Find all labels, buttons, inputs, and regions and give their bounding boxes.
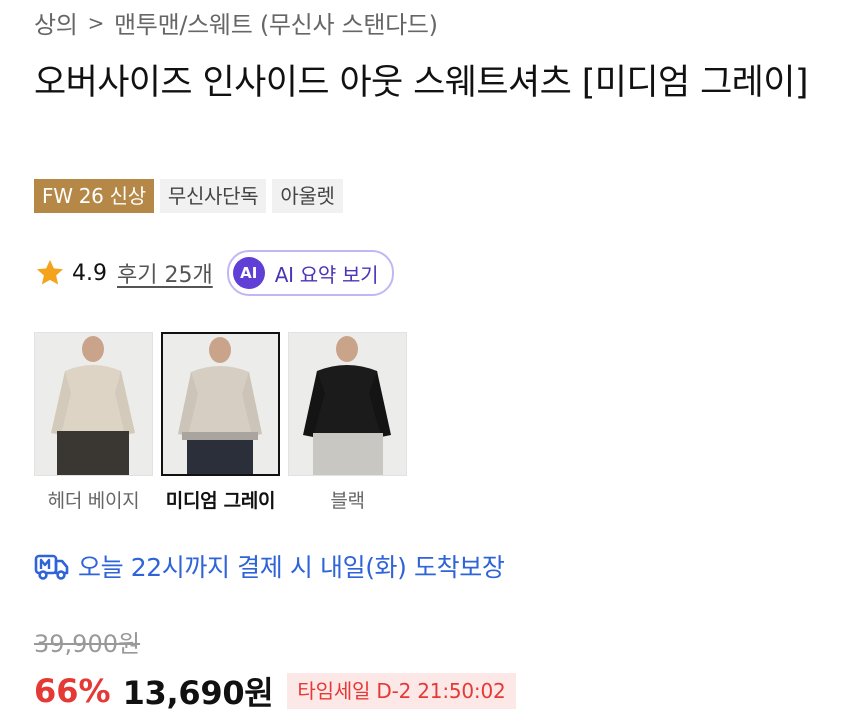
color-option-medium-gray[interactable]: 미디엄 그레이 [161, 332, 280, 513]
time-sale-badge: 타임세일 D-2 21:50:02 [287, 673, 516, 709]
star-icon [36, 259, 64, 285]
color-label: 블랙 [330, 490, 365, 512]
tag-exclusive: 무신사단독 [159, 179, 267, 213]
breadcrumb-subcategory[interactable]: 맨투맨/스웨트 (무신사 스탠다드) [114, 5, 438, 40]
product-thumbnail [161, 332, 280, 476]
ai-icon: AI [232, 257, 265, 289]
delivery-text: 오늘 22시까지 결제 시 내일(화) 도착보장 [78, 553, 505, 582]
original-price: 39,900원 [34, 630, 141, 658]
color-option-black[interactable]: 블랙 [288, 332, 407, 513]
ai-summary-button[interactable]: AI AI 요약 보기 [226, 250, 395, 296]
color-label: 미디엄 그레이 [165, 490, 276, 512]
truck-icon [34, 554, 69, 580]
ai-summary-label: AI 요약 보기 [274, 262, 379, 287]
color-options: 헤더 베이지 미디엄 그레이 블랙 [34, 332, 415, 513]
discount-rate: 66% [34, 672, 111, 710]
product-title: 오버사이즈 인사이드 아웃 스웨트셔츠 [미디엄 그레이] [34, 63, 809, 103]
breadcrumb: 상의 > 맨투맨/스웨트 (무신사 스탠다드) [34, 5, 438, 40]
tag-outlet: 아울렛 [272, 179, 343, 213]
rating-row: 4.9 후기 25개 AI AI 요약 보기 [34, 250, 395, 296]
reviews-link[interactable]: 후기 25개 [117, 257, 213, 289]
tag-new: FW 26 신상 [34, 179, 154, 213]
color-option-header-beige[interactable]: 헤더 베이지 [34, 332, 153, 513]
breadcrumb-category[interactable]: 상의 [34, 5, 78, 40]
price-row: 66% 13,690원 타임세일 D-2 21:50:02 [34, 667, 516, 715]
color-label: 헤더 베이지 [47, 490, 140, 512]
sale-price: 13,690원 [122, 674, 274, 712]
tag-list: FW 26 신상 무신사단독 아울렛 [34, 179, 343, 213]
rating-score: 4.9 [72, 260, 107, 286]
product-thumbnail [34, 332, 153, 476]
delivery-info: 오늘 22시까지 결제 시 내일(화) 도착보장 [34, 548, 505, 584]
product-thumbnail [288, 332, 407, 476]
breadcrumb-separator: > [87, 10, 105, 35]
